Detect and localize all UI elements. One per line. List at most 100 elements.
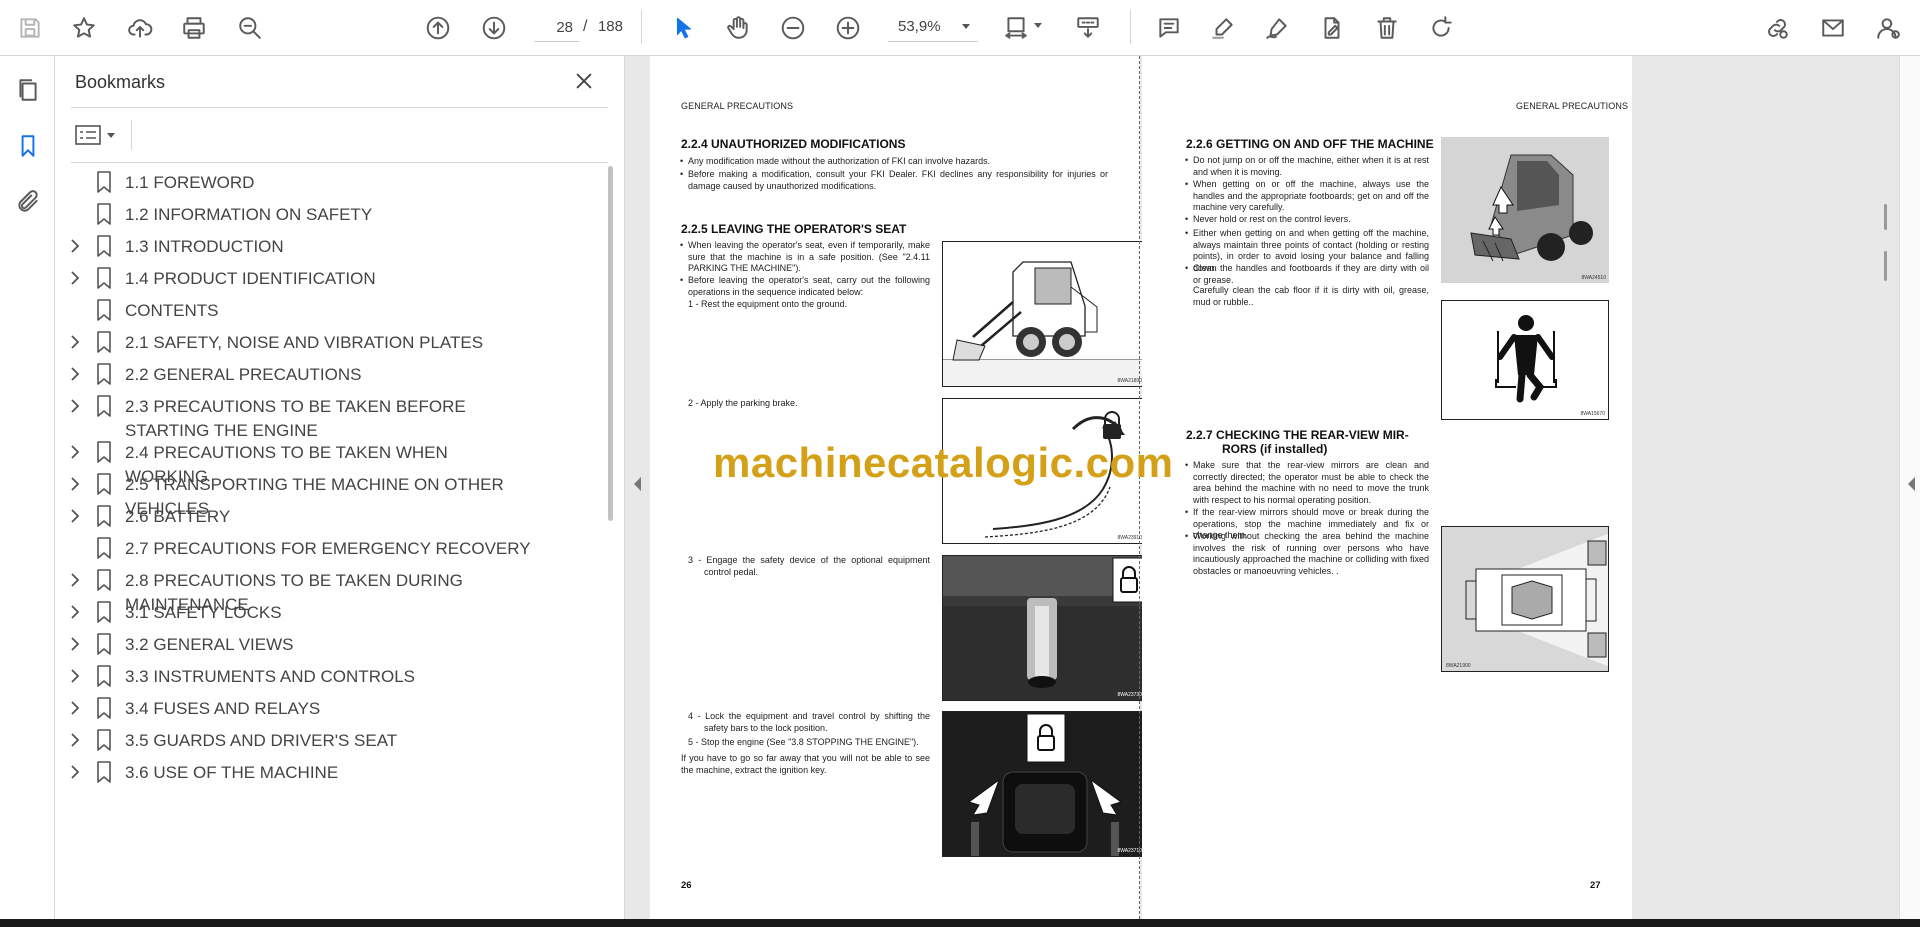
page-thumbnails-icon[interactable] [12, 74, 44, 106]
figure-rear-view-area: 8WA21900 [1441, 526, 1609, 672]
chevron-right-icon[interactable] [69, 636, 83, 652]
rotate-icon[interactable] [1425, 12, 1457, 44]
chevron-right-icon[interactable] [69, 604, 83, 620]
person-pictogram-illustration [1495, 315, 1557, 403]
chevron-right-icon[interactable] [69, 444, 83, 460]
edit-pdf-icon[interactable] [1316, 12, 1348, 44]
step-text: 2 - Apply the parking brake. [688, 398, 798, 408]
document-scrollbar[interactable] [1876, 56, 1892, 919]
section-title: RORS (if installed) [1222, 442, 1328, 456]
pdf-page-left: GENERAL PRECAUTIONS 2.2.4 UNAUTHORIZED M… [650, 56, 1146, 919]
bookmark-label: 3.1 SAFETY LOCKS [125, 603, 282, 622]
bullet-text: Before leaving the operator's seat, carr… [680, 275, 930, 298]
chevron-right-icon[interactable] [69, 398, 83, 414]
bookmark-label: 1.2 INFORMATION ON SAFETY [125, 205, 373, 224]
expand-right-panel-arrow-icon[interactable] [1906, 476, 1916, 492]
bookmark-label: 3.5 GUARDS AND DRIVER'S SEAT [125, 731, 398, 750]
document-viewport[interactable]: GENERAL PRECAUTIONS 2.2.4 UNAUTHORIZED M… [625, 56, 1920, 919]
delete-trash-icon[interactable] [1371, 12, 1403, 44]
left-tool-rail [0, 56, 55, 919]
account-icon[interactable] [1872, 12, 1904, 44]
sign-pen-icon[interactable] [1261, 12, 1293, 44]
bookmark-item[interactable]: 1.2 INFORMATION ON SAFETY [55, 198, 605, 230]
bookmark-label: 2.2 GENERAL PRECAUTIONS [125, 365, 362, 384]
bookmark-item[interactable]: 2.2 GENERAL PRECAUTIONS [55, 358, 605, 390]
print-icon[interactable] [178, 12, 210, 44]
bullet-text: When getting on or off the machine, alwa… [1185, 179, 1429, 214]
select-cursor-icon[interactable] [668, 12, 700, 44]
scrollbar-thumb[interactable] [608, 166, 613, 521]
save-icon[interactable] [14, 12, 46, 44]
pedal-photo-illustration [943, 556, 1145, 700]
scrollbar-thumb[interactable] [1884, 204, 1887, 230]
chevron-right-icon[interactable] [69, 238, 83, 254]
bookmark-item[interactable]: 1.4 PRODUCT IDENTIFICATION [55, 262, 605, 294]
attachments-icon[interactable] [12, 186, 44, 218]
bookmark-item[interactable]: 3.5 GUARDS AND DRIVER'S SEAT [55, 724, 605, 756]
bookmark-item[interactable]: 1.1 FOREWORD [55, 166, 605, 198]
zoom-in-icon[interactable] [832, 12, 864, 44]
bookmark-item[interactable]: 3.1 SAFETY LOCKS [55, 596, 605, 628]
chevron-right-icon[interactable] [69, 334, 83, 350]
chevron-right-icon[interactable] [69, 732, 83, 748]
bookmark-item[interactable]: 2.7 PRECAUTIONS FOR EMERGENCY RECOVERY [55, 532, 605, 564]
bookmark-label: 3.4 FUSES AND RELAYS [125, 699, 321, 718]
divider [71, 162, 608, 163]
chevron-right-icon[interactable] [69, 764, 83, 780]
bookmark-icon [96, 665, 114, 687]
chevron-right-icon[interactable] [69, 366, 83, 382]
close-icon[interactable] [573, 70, 599, 96]
collapse-left-arrow-icon[interactable] [632, 476, 642, 492]
figure-pedal-safety: 8WA23730 [942, 555, 1146, 701]
bookmark-item[interactable]: CONTENTS [55, 294, 605, 326]
bookmark-item[interactable]: 3.3 INSTRUMENTS AND CONTROLS [55, 660, 605, 692]
bookmark-icon [96, 761, 114, 783]
previous-page-icon[interactable] [422, 12, 454, 44]
hand-tool-icon[interactable] [722, 12, 754, 44]
bookmark-icon [96, 299, 114, 321]
next-page-icon[interactable] [478, 12, 510, 44]
chevron-right-icon[interactable] [69, 508, 83, 524]
bullet-text: When leaving the operator's seat, even i… [680, 240, 930, 275]
bookmark-item[interactable]: 2.6 BATTERY [55, 500, 605, 532]
bookmark-icon [96, 363, 114, 385]
comment-icon[interactable] [1153, 12, 1185, 44]
scrollbar-marker [1884, 251, 1887, 281]
chevron-right-icon[interactable] [69, 668, 83, 684]
bookmark-item[interactable]: 1.3 INTRODUCTION [55, 230, 605, 262]
chevron-right-icon[interactable] [69, 270, 83, 286]
bookmark-panel-icon[interactable] [12, 130, 44, 162]
bookmark-icon [96, 729, 114, 751]
bookmark-icon [96, 395, 114, 417]
scroll-mode-icon[interactable] [1072, 12, 1104, 44]
star-icon[interactable] [68, 12, 100, 44]
page-divider [1139, 56, 1140, 919]
figure-three-points-contact: 8WA15670 [1441, 300, 1609, 420]
highlight-pen-icon[interactable] [1207, 12, 1239, 44]
chevron-right-icon[interactable] [69, 476, 83, 492]
email-icon[interactable] [1817, 12, 1849, 44]
chevron-right-icon[interactable] [69, 700, 83, 716]
section-title: 2.2.5 LEAVING THE OPERATOR'S SEAT [681, 222, 907, 236]
bookmark-item[interactable]: 2.1 SAFETY, NOISE AND VIBRATION PLATES [55, 326, 605, 358]
bookmarks-scrollbar[interactable] [605, 166, 617, 911]
bookmark-options-button[interactable] [75, 120, 121, 150]
bookmark-item[interactable]: 2.4 PRECAUTIONS TO BE TAKEN WHEN WORKING [55, 436, 605, 486]
bookmark-item[interactable]: 3.4 FUSES AND RELAYS [55, 692, 605, 724]
zoom-out-icon[interactable] [777, 12, 809, 44]
share-link-icon[interactable] [1761, 12, 1793, 44]
fit-page-icon[interactable] [1000, 12, 1042, 44]
bookmark-item[interactable]: 2.3 PRECAUTIONS TO BE TAKEN BEFORE START… [55, 390, 605, 440]
right-panel-collapsed[interactable] [1899, 56, 1920, 919]
find-text-icon[interactable] [234, 12, 266, 44]
bookmark-item[interactable]: 3.6 USE OF THE MACHINE [55, 756, 605, 788]
step-text: 3 - Engage the safety device of the opti… [688, 555, 930, 577]
bullet-text: Do not jump on or off the machine, eithe… [1185, 155, 1429, 178]
upload-cloud-icon[interactable] [124, 12, 156, 44]
section-title: 2.2.7 CHECKING THE REAR-VIEW MIR- [1186, 428, 1409, 442]
chevron-right-icon[interactable] [69, 572, 83, 588]
bookmark-label: 1.1 FOREWORD [125, 173, 255, 192]
zoom-level-select[interactable]: 53,9% [888, 12, 978, 42]
page-number-input[interactable]: 28 [534, 12, 580, 42]
bookmark-item[interactable]: 3.2 GENERAL VIEWS [55, 628, 605, 660]
